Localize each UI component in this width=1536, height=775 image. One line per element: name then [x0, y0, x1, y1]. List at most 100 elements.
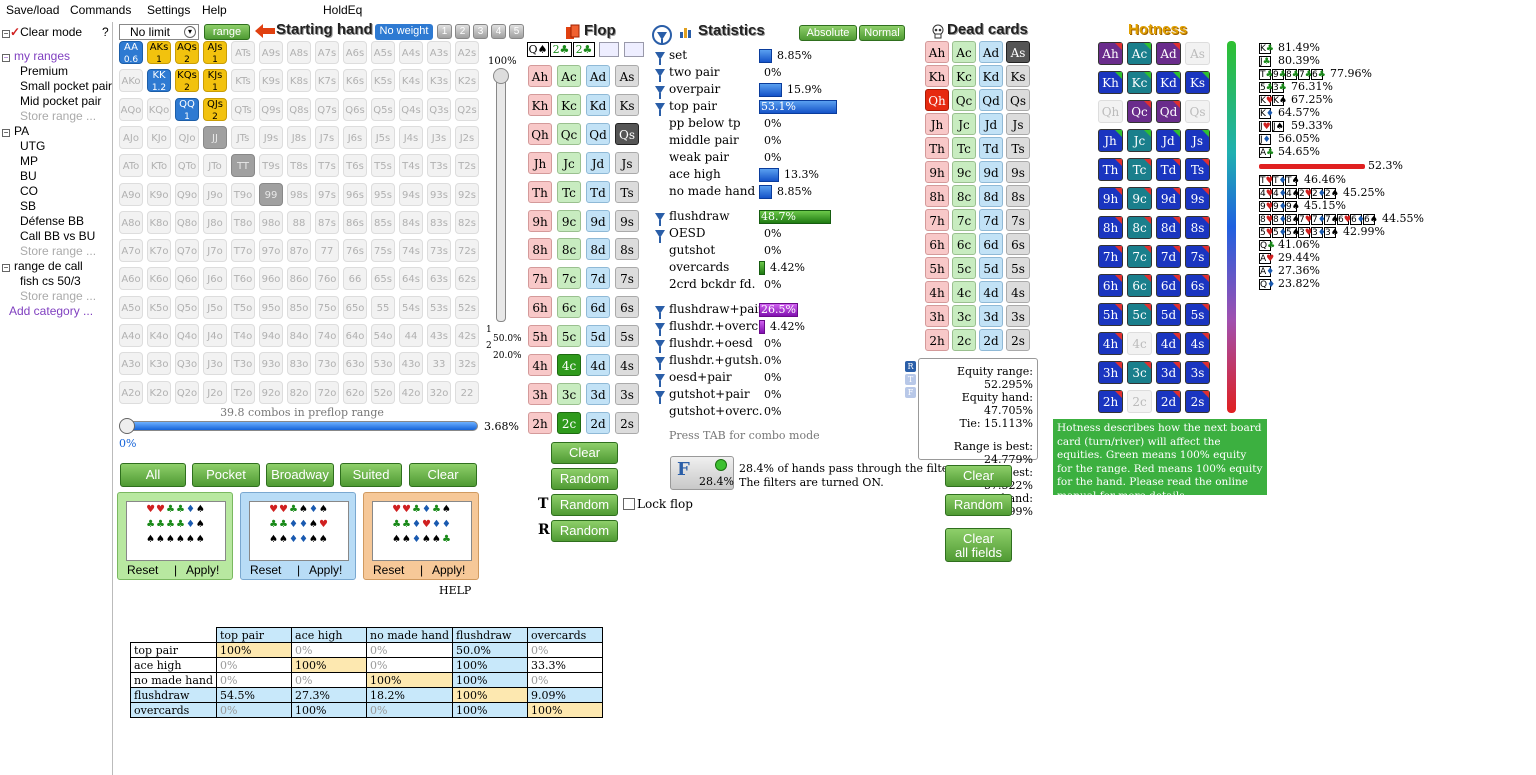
hand-cell[interactable]: 72o — [315, 380, 339, 404]
card-9d[interactable]: 9d — [979, 161, 1003, 183]
range-button[interactable]: range — [204, 24, 250, 40]
hot-card-Ts[interactable]: Ts — [1185, 158, 1210, 181]
card-2s[interactable]: 2s — [1006, 329, 1030, 351]
hand-cell[interactable]: TT — [231, 154, 255, 178]
hand-cell[interactable]: K9o — [147, 182, 171, 206]
hand-cell[interactable]: 44 — [399, 324, 423, 347]
filter-funnel-icon[interactable] — [655, 230, 665, 243]
hot-card-4d[interactable]: 4d — [1156, 332, 1181, 355]
preset-panel-suited[interactable]: ♥♥♣♣♦♠ ♣♣♣♣♦♠ ♠♠♠♠♠♠ Reset | Apply! — [117, 492, 233, 580]
hand-cell[interactable]: J6s — [343, 125, 367, 149]
card-9s[interactable]: 9s — [1006, 161, 1030, 183]
hot-card-Jh[interactable]: Jh — [1098, 129, 1123, 152]
hand-cell[interactable]: J4o — [203, 324, 227, 347]
card-9d[interactable]: 9d — [586, 209, 610, 232]
tree-item[interactable]: Store range ... — [20, 244, 96, 258]
card-Td[interactable]: Td — [586, 180, 610, 203]
card-4h[interactable]: 4h — [528, 354, 552, 376]
card-Kd[interactable]: Kd — [586, 93, 610, 116]
hot-card-Ks[interactable]: Ks — [1185, 71, 1210, 94]
hand-cell[interactable]: QTs — [231, 97, 255, 121]
card-6h[interactable]: 6h — [528, 296, 552, 319]
hand-cell[interactable]: Q3s — [427, 97, 451, 121]
card-Qc[interactable]: Qc — [952, 89, 976, 111]
hand-cell[interactable]: 63o — [343, 352, 367, 376]
flop-clear-button[interactable]: Clear — [551, 442, 618, 464]
hand-cell[interactable]: Q5s — [371, 97, 395, 121]
hand-cell[interactable]: T9o — [231, 182, 255, 206]
card-3h[interactable]: 3h — [528, 382, 552, 405]
hand-cell[interactable]: 99 — [259, 182, 283, 206]
card-Tc[interactable]: Tc — [952, 137, 976, 159]
hand-cell[interactable]: K5s — [371, 69, 395, 93]
board-card-2[interactable]: 2♣ — [550, 42, 572, 57]
river-random-button[interactable]: Random — [551, 520, 618, 542]
card-Qd[interactable]: Qd — [586, 122, 610, 145]
tree-item[interactable]: Small pocket pair — [20, 79, 112, 93]
hot-card-3s[interactable]: 3s — [1185, 361, 1210, 384]
hand-cell[interactable]: 55 — [371, 295, 395, 319]
hand-cell[interactable]: J5o — [203, 295, 227, 319]
hand-cell[interactable]: 96o — [259, 267, 283, 291]
card-Th[interactable]: Th — [528, 180, 552, 203]
card-As[interactable]: As — [1006, 41, 1030, 63]
filter-toggle-button[interactable]: F 28.4% — [670, 456, 734, 490]
card-3s[interactable]: 3s — [615, 382, 639, 405]
board-card-river[interactable] — [624, 42, 644, 57]
card-Kh[interactable]: Kh — [528, 93, 552, 116]
hand-cell[interactable]: J9o — [203, 182, 227, 206]
tree-item[interactable]: Add category ... — [9, 304, 93, 318]
hand-cell[interactable]: T8o — [231, 210, 255, 234]
card-8h[interactable]: 8h — [528, 238, 552, 261]
range-slider-handle[interactable] — [119, 418, 135, 434]
weight-button[interactable]: 1 — [437, 24, 452, 39]
filter-funnel-icon[interactable] — [655, 391, 665, 404]
tree-item[interactable]: Premium — [20, 64, 68, 78]
hand-cell[interactable]: ATo — [119, 154, 143, 178]
card-5d[interactable]: 5d — [586, 325, 610, 348]
card-4c[interactable]: 4c — [557, 354, 581, 376]
card-Qc[interactable]: Qc — [557, 122, 581, 145]
card-9h[interactable]: 9h — [528, 209, 552, 232]
card-Ts[interactable]: Ts — [1006, 137, 1030, 159]
hand-cell[interactable]: K2o — [147, 380, 171, 404]
card-Qh[interactable]: Qh — [925, 89, 949, 111]
hand-cell[interactable]: A2s — [455, 41, 479, 64]
preset-panel-offsuit[interactable]: ♥♥♣♠♦♠ ♣♣♦♦♠♥ ♠♠♦♦♠♠ Reset | Apply! — [240, 492, 356, 580]
card-8d[interactable]: 8d — [979, 185, 1003, 207]
hand-cell[interactable]: 94s — [399, 182, 423, 206]
hand-cell[interactable]: T6s — [343, 154, 367, 178]
hand-cell[interactable]: A2o — [119, 380, 143, 404]
hand-cell[interactable]: T2o — [231, 380, 255, 404]
card-Tc[interactable]: Tc — [557, 180, 581, 203]
card-2d[interactable]: 2d — [586, 411, 610, 434]
hot-card-8s[interactable]: 8s — [1185, 216, 1210, 239]
reset-button-3[interactable]: Reset — [373, 563, 404, 577]
hand-cell[interactable]: T8s — [287, 154, 311, 178]
help-label[interactable]: HELP — [439, 584, 471, 597]
hand-cell[interactable]: T3o — [231, 352, 255, 376]
hot-card-9d[interactable]: 9d — [1156, 187, 1181, 210]
hand-cell[interactable]: K8s — [287, 69, 311, 93]
hot-card-7c[interactable]: 7c — [1127, 245, 1152, 268]
filter-funnel-icon[interactable] — [655, 323, 665, 336]
suited-button[interactable]: Suited — [340, 463, 402, 487]
hot-card-8h[interactable]: 8h — [1098, 216, 1123, 239]
card-Ac[interactable]: Ac — [557, 65, 581, 87]
card-Kc[interactable]: Kc — [557, 93, 581, 116]
menu-commands[interactable]: Commands — [70, 3, 131, 17]
hand-cell[interactable]: Q2s — [455, 97, 479, 121]
hot-card-Qs[interactable]: Qs — [1185, 100, 1210, 123]
hand-cell[interactable]: ATs — [231, 41, 255, 64]
hand-cell[interactable]: J6o — [203, 267, 227, 291]
hand-cell[interactable]: 42s — [455, 324, 479, 347]
card-7s[interactable]: 7s — [1006, 209, 1030, 231]
hand-cell[interactable]: 53s — [427, 295, 451, 319]
hot-card-4c[interactable]: 4c — [1127, 332, 1152, 355]
range-percent-slider[interactable] — [121, 421, 478, 431]
card-3c[interactable]: 3c — [557, 382, 581, 405]
hot-card-Jd[interactable]: Jd — [1156, 129, 1181, 152]
hand-cell[interactable]: 87o — [287, 239, 311, 263]
dead-clear-button[interactable]: Clear — [945, 465, 1012, 487]
hand-cell[interactable]: A6o — [119, 267, 143, 291]
